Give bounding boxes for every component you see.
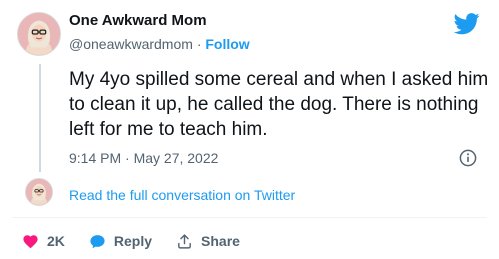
twitter-bird-icon[interactable] [454, 13, 480, 35]
like-button[interactable]: 2K [22, 232, 65, 250]
actions-divider [12, 217, 487, 218]
action-bar: 2K Reply Share [22, 230, 264, 252]
info-icon[interactable] [459, 149, 477, 167]
author-handle[interactable]: @oneawkwardmom [69, 36, 193, 52]
read-conversation-link[interactable]: Read the full conversation on Twitter [69, 186, 295, 204]
tweet-timestamp[interactable]: 9:14 PM · May 27, 2022 [69, 149, 218, 167]
share-label: Share [201, 233, 240, 249]
author-name[interactable]: One Awkward Mom [69, 12, 207, 30]
conversation-avatar[interactable] [25, 178, 53, 206]
heart-icon [23, 234, 38, 248]
share-icon [178, 233, 191, 249]
author-handle-line: @oneawkwardmom · Follow [69, 35, 250, 53]
reply-button[interactable]: Reply [89, 232, 152, 250]
thread-connector-line [38, 64, 41, 172]
speech-bubble-icon [90, 234, 105, 248]
tweet-text: My 4yo spilled some cereal and when I as… [69, 69, 489, 140]
handle-separator: · [196, 36, 202, 52]
follow-button[interactable]: Follow [205, 36, 249, 52]
author-avatar[interactable] [17, 12, 61, 56]
share-button[interactable]: Share [176, 232, 240, 250]
like-count: 2K [47, 233, 65, 249]
reply-label: Reply [113, 233, 153, 249]
